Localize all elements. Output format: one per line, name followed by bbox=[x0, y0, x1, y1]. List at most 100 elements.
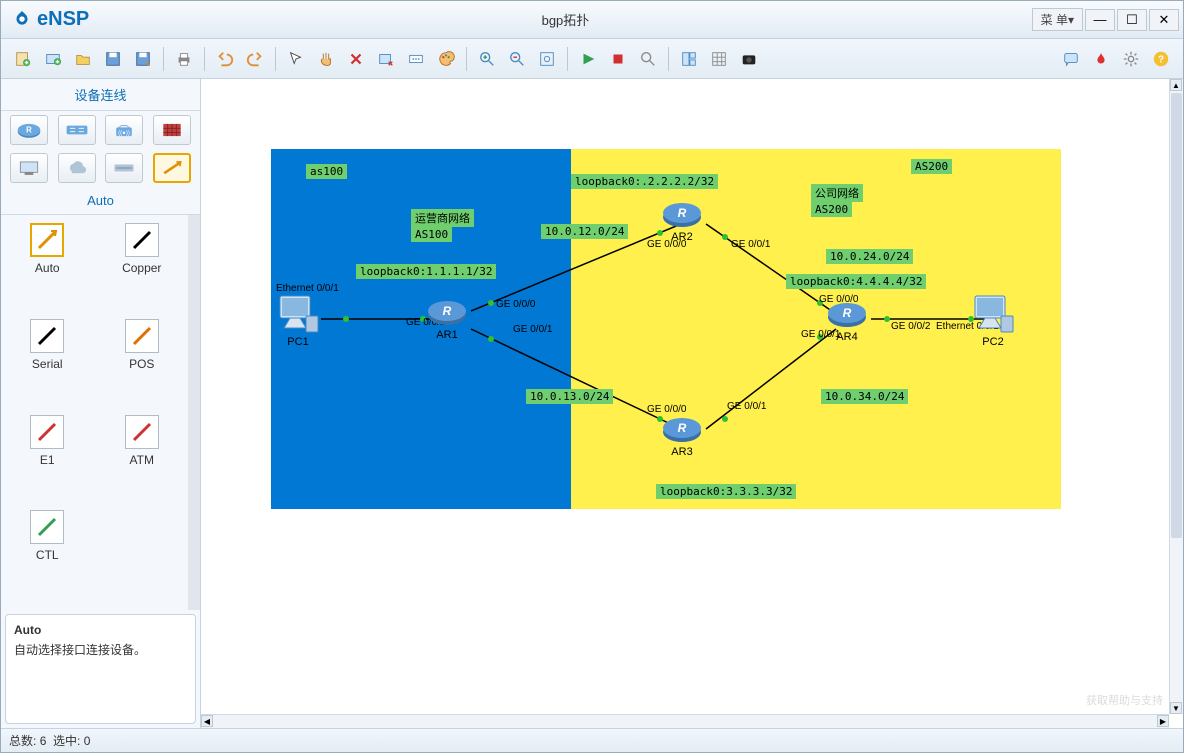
device-cloud[interactable] bbox=[58, 153, 96, 183]
palette-button[interactable] bbox=[432, 45, 460, 73]
ctl-link-icon bbox=[30, 510, 64, 544]
iface-pc1: Ethernet 0/0/1 bbox=[276, 283, 339, 294]
layout-button[interactable] bbox=[675, 45, 703, 73]
redo-button[interactable] bbox=[241, 45, 269, 73]
serial-link-icon bbox=[30, 319, 64, 353]
save-as-button[interactable] bbox=[129, 45, 157, 73]
desc-body: 自动选择接口连接设备。 bbox=[14, 641, 187, 658]
node-ar3[interactable]: R AR3 bbox=[661, 414, 703, 458]
undo-button[interactable] bbox=[211, 45, 239, 73]
status-sel-label: 选中: bbox=[53, 732, 80, 749]
iface-ar2-g1: GE 0/0/1 bbox=[731, 239, 770, 250]
desc-title: Auto bbox=[14, 623, 187, 637]
tag-lb1: loopback0:1.1.1.1/32 bbox=[356, 264, 496, 279]
e1-link-icon bbox=[30, 415, 64, 449]
iface-ar1-g0: GE 0/0/0 bbox=[496, 299, 535, 310]
text-button[interactable] bbox=[402, 45, 430, 73]
zoom-fit-button[interactable] bbox=[533, 45, 561, 73]
settings-button[interactable] bbox=[1117, 45, 1145, 73]
svg-text:R: R bbox=[26, 126, 32, 135]
pos-link-icon bbox=[125, 319, 159, 353]
tag-isp-as: AS100 bbox=[411, 227, 452, 242]
link-type-label: Auto bbox=[35, 261, 60, 275]
app-logo: eNSP bbox=[1, 8, 99, 31]
zoom-in-button[interactable] bbox=[473, 45, 501, 73]
titlebar: eNSP bgp拓扑 菜 单▾ — ☐ ✕ bbox=[1, 1, 1183, 39]
device-router[interactable]: R bbox=[10, 115, 48, 145]
save-button[interactable] bbox=[99, 45, 127, 73]
close-button[interactable]: ✕ bbox=[1149, 9, 1179, 31]
toolbar: ? bbox=[1, 39, 1183, 79]
link-type-label: POS bbox=[129, 357, 154, 371]
node-ar4[interactable]: R AR4 bbox=[826, 299, 868, 343]
start-button[interactable] bbox=[574, 45, 602, 73]
screenshot-button[interactable] bbox=[735, 45, 763, 73]
node-ar2[interactable]: R AR2 bbox=[661, 199, 703, 243]
svg-text:((●)): ((●)) bbox=[119, 130, 131, 136]
svg-text:R: R bbox=[443, 304, 452, 318]
tag-isp-name: 运营商网络 bbox=[411, 209, 474, 227]
atm-link-icon bbox=[125, 415, 159, 449]
link-type-e1[interactable]: E1 bbox=[15, 415, 80, 507]
watermark: 获取帮助与支持 bbox=[1086, 692, 1163, 708]
select-button[interactable] bbox=[282, 45, 310, 73]
tag-lb3: loopback0:3.3.3.3/32 bbox=[656, 484, 796, 499]
pan-button[interactable] bbox=[312, 45, 340, 73]
stop-button[interactable] bbox=[604, 45, 632, 73]
canvas-area: as100 运营商网络 AS100 AS200 公司网络 AS200 loopb… bbox=[201, 79, 1183, 728]
link-types: Auto Copper Serial POS E1 ATM CTL bbox=[1, 215, 188, 610]
link-type-auto[interactable]: Auto bbox=[15, 223, 80, 315]
link-type-atm[interactable]: ATM bbox=[110, 415, 175, 507]
device-pc[interactable] bbox=[10, 153, 48, 183]
copper-link-icon bbox=[125, 223, 159, 257]
capture-button[interactable] bbox=[634, 45, 662, 73]
link-type-serial[interactable]: Serial bbox=[15, 319, 80, 411]
link-type-pos[interactable]: POS bbox=[110, 319, 175, 411]
delete-button[interactable] bbox=[342, 45, 370, 73]
chat-button[interactable] bbox=[1057, 45, 1085, 73]
open-button[interactable] bbox=[69, 45, 97, 73]
device-link[interactable] bbox=[153, 153, 191, 183]
node-pc1[interactable]: PC1 bbox=[276, 294, 320, 348]
app-name: eNSP bbox=[37, 8, 89, 31]
iface-pc2-ge: GE 0/0/2 bbox=[891, 321, 930, 332]
device-wlan[interactable]: ((●)) bbox=[105, 115, 143, 145]
window-title: bgp拓扑 bbox=[99, 10, 1031, 29]
link-type-label: CTL bbox=[36, 548, 59, 562]
tag-as200: AS200 bbox=[911, 159, 952, 174]
link-type-label: Copper bbox=[122, 261, 161, 275]
print-button[interactable] bbox=[170, 45, 198, 73]
link-type-copper[interactable]: Copper bbox=[110, 223, 175, 315]
device-hub[interactable] bbox=[105, 153, 143, 183]
huawei-button[interactable] bbox=[1087, 45, 1115, 73]
svg-text:R: R bbox=[678, 206, 687, 220]
tag-n13: 10.0.13.0/24 bbox=[526, 389, 613, 404]
iface-ar1-g1: GE 0/0/1 bbox=[513, 324, 552, 335]
tag-corp-name: 公司网络 bbox=[811, 184, 863, 202]
device-firewall[interactable] bbox=[153, 115, 191, 145]
new-topo-button[interactable] bbox=[9, 45, 37, 73]
topology-canvas[interactable]: as100 运营商网络 AS100 AS200 公司网络 AS200 loopb… bbox=[201, 79, 1183, 728]
link-type-label: E1 bbox=[40, 453, 55, 467]
zoom-out-button[interactable] bbox=[503, 45, 531, 73]
device-switch[interactable] bbox=[58, 115, 96, 145]
link-type-label: Serial bbox=[32, 357, 63, 371]
link-type-ctl[interactable]: CTL bbox=[15, 510, 80, 602]
help-button[interactable]: ? bbox=[1147, 45, 1175, 73]
tag-as100: as100 bbox=[306, 164, 347, 179]
maximize-button[interactable]: ☐ bbox=[1117, 9, 1147, 31]
sidebar: 设备连线 R ((●)) Auto AutoCopperSerialPOSE1A… bbox=[1, 79, 201, 728]
status-total-label: 总数: bbox=[9, 732, 36, 749]
tag-lb2: loopback0:.2.2.2.2/32 bbox=[571, 174, 718, 189]
iface-ar3-g1: GE 0/0/1 bbox=[727, 401, 766, 412]
new-project-button[interactable] bbox=[39, 45, 67, 73]
node-pc2[interactable]: PC2 bbox=[971, 294, 1015, 348]
clear-button[interactable] bbox=[372, 45, 400, 73]
tag-n24: 10.0.24.0/24 bbox=[826, 249, 913, 264]
grid-button[interactable] bbox=[705, 45, 733, 73]
node-ar1[interactable]: R AR1 bbox=[426, 297, 468, 341]
sidebar-scrollbar[interactable] bbox=[188, 215, 200, 610]
minimize-button[interactable]: — bbox=[1085, 9, 1115, 31]
menu-button[interactable]: 菜 单▾ bbox=[1032, 8, 1083, 31]
tag-lb4: loopback0:4.4.4.4/32 bbox=[786, 274, 926, 289]
